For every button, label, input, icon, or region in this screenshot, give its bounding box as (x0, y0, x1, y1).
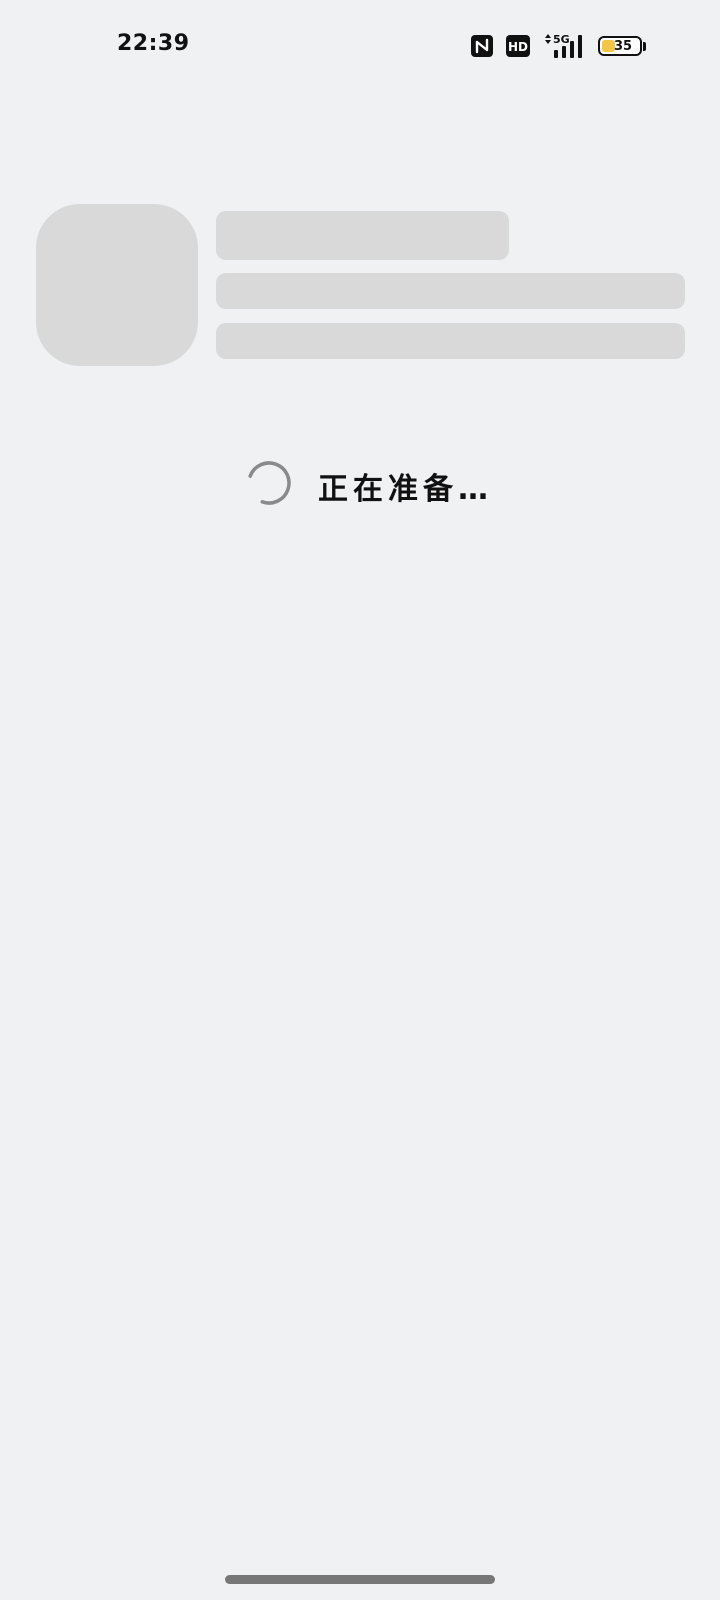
battery-body: 35 (598, 36, 642, 56)
battery-icon: 35 (598, 34, 650, 58)
skeleton-text-line (216, 323, 685, 359)
spinner-icon (247, 461, 291, 505)
skeleton-text-line (216, 273, 685, 309)
loading-text: 正在准备… (318, 472, 493, 507)
network-type: 5G (553, 33, 570, 46)
hd-label: HD (508, 40, 528, 54)
status-time: 22:39 (117, 31, 190, 56)
skeleton-title-line (216, 211, 509, 260)
skeleton-app-icon (36, 204, 198, 366)
hd-icon: HD (506, 35, 530, 57)
status-bar: 22:39 HD 5G 35 (0, 0, 720, 92)
loading-indicator: 正在准备… (0, 458, 720, 508)
signal-5g-icon: 5G (545, 33, 582, 58)
app-loading-screen: 22:39 HD 5G 35 正在准备… (0, 0, 720, 1600)
battery-level: 35 (613, 38, 633, 54)
battery-cap (643, 41, 646, 51)
status-icons: HD 5G 35 (470, 32, 650, 60)
nfc-icon (471, 35, 493, 57)
home-indicator[interactable] (225, 1575, 495, 1584)
